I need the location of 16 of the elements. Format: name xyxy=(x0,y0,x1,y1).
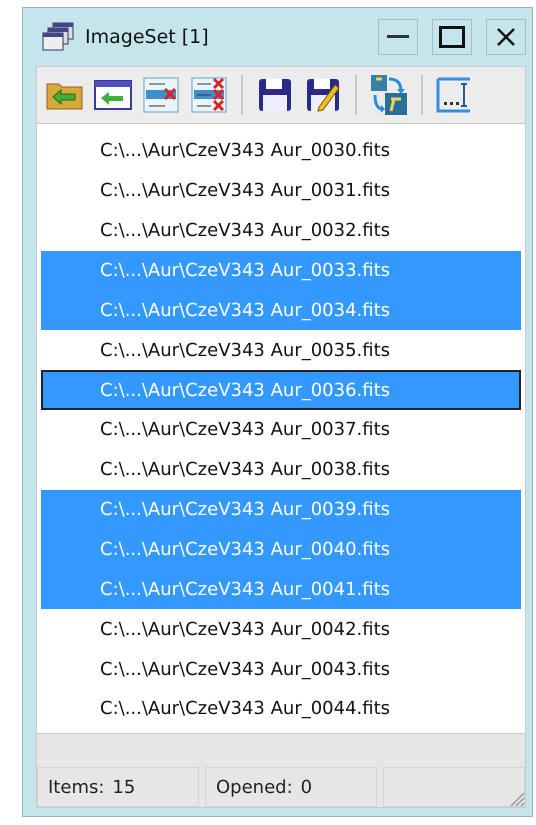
convert-arrows-icon xyxy=(369,73,409,117)
close-icon xyxy=(496,27,516,47)
maximize-button[interactable] xyxy=(432,19,472,55)
status-value: 0 xyxy=(300,776,312,798)
status-label: Opened: xyxy=(216,776,293,798)
list-remove-icon xyxy=(141,76,181,114)
floppy-pencil-icon xyxy=(305,77,341,113)
close-button[interactable] xyxy=(486,19,526,55)
minimize-icon xyxy=(387,35,409,39)
list-remove-all-icon xyxy=(189,76,229,114)
stacked-windows-icon xyxy=(41,22,75,52)
status-value: 15 xyxy=(112,776,136,798)
status-label: Items: xyxy=(48,776,104,798)
window-title: ImageSet [1] xyxy=(85,26,210,48)
minimize-button[interactable] xyxy=(378,19,418,55)
maximize-icon xyxy=(439,26,465,48)
